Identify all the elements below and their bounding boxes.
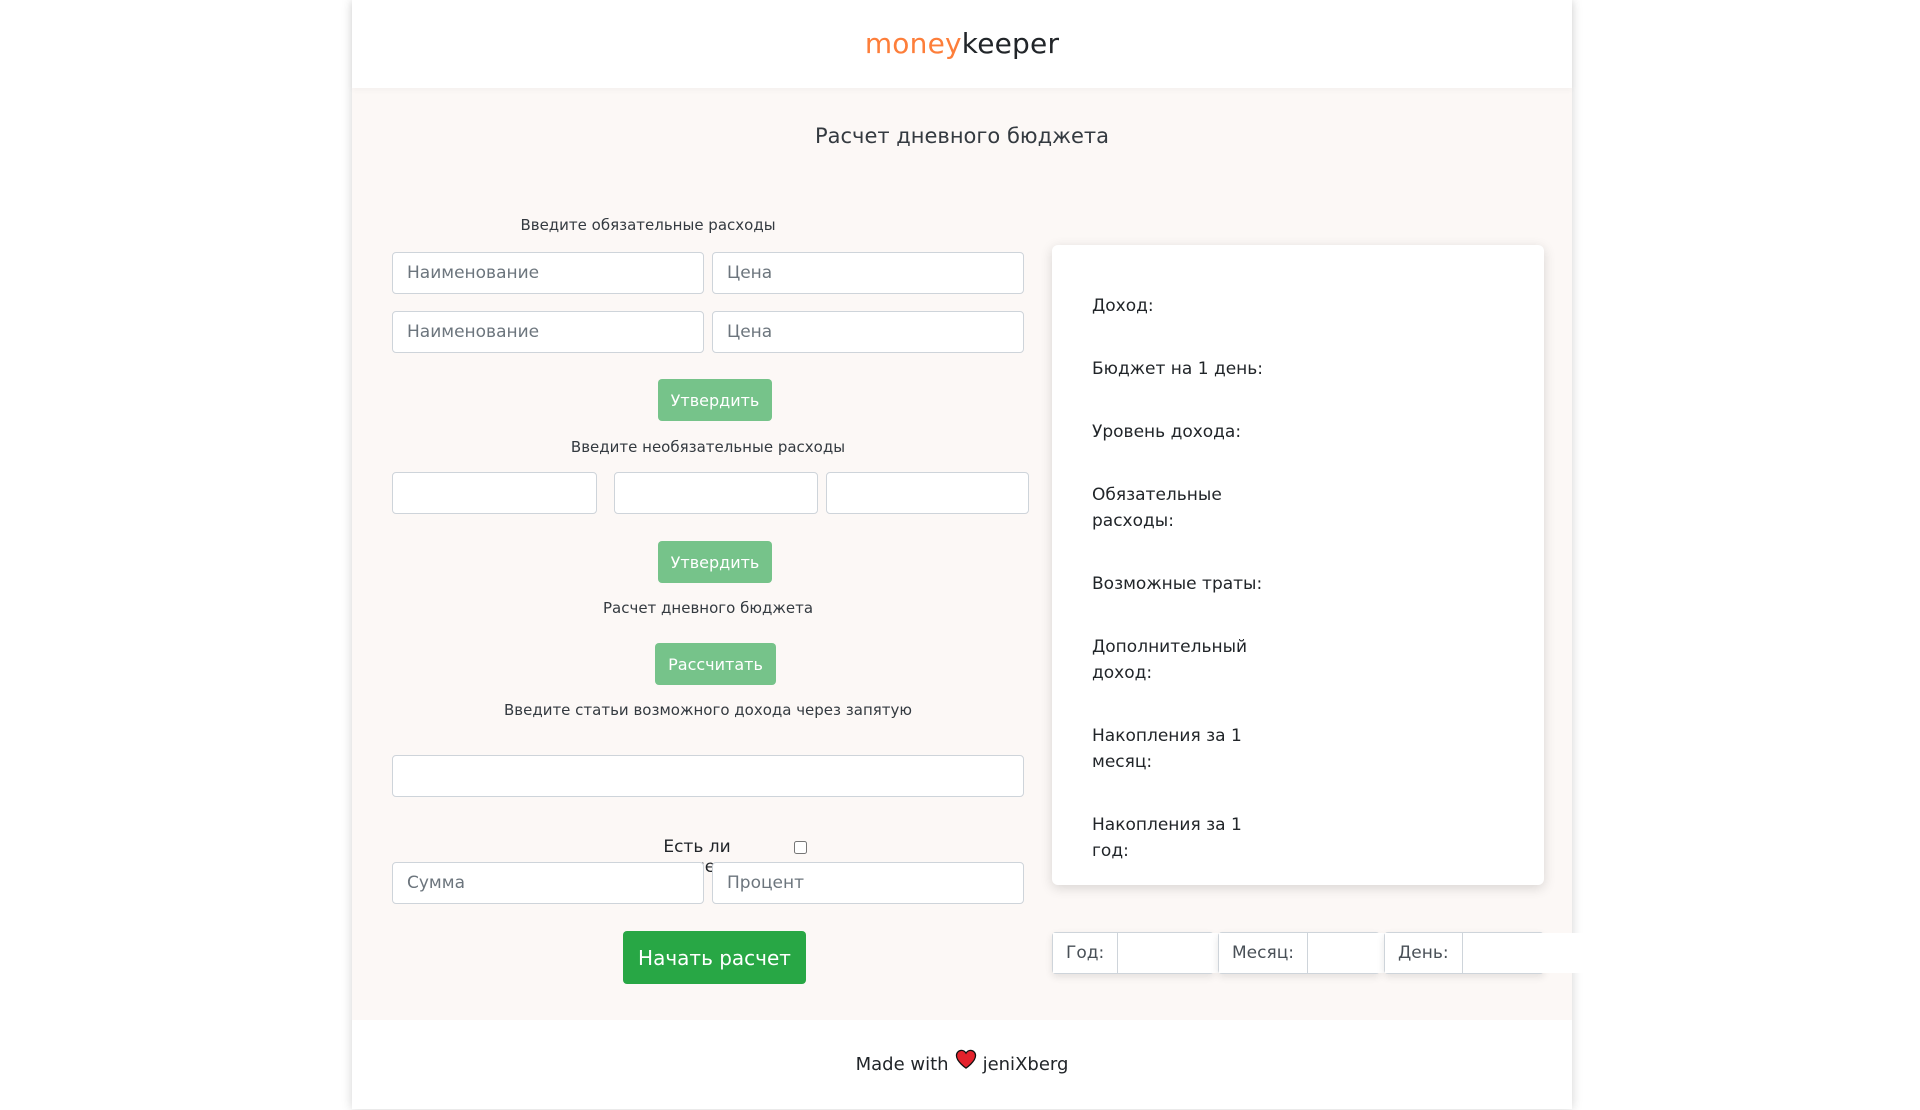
day-group: День:	[1384, 932, 1667, 974]
result-additional-income: Дополнительный доход:	[1092, 637, 1248, 683]
header: moneykeeper	[352, 0, 1572, 88]
results-card: Доход: Бюджет на 1 день: Уровень дохода:…	[1052, 245, 1544, 885]
result-savings-year: Накопления за 1 год:	[1092, 815, 1242, 861]
income-items-input[interactable]	[392, 755, 1024, 797]
result-income-level: Уровень дохода:	[1092, 422, 1242, 442]
month-group: Месяц:	[1218, 932, 1512, 974]
mandatory-expenses-label: Введите обязательные расходы	[520, 216, 776, 234]
expense-price-input-2[interactable]	[712, 311, 1024, 353]
result-savings-month: Накопления за 1 месяц:	[1092, 726, 1242, 772]
logo: moneykeeper	[352, 0, 1572, 88]
income-label: Введите статьи возможного дохода через з…	[503, 701, 913, 719]
year-group: Год:	[1052, 932, 1323, 974]
approve-mandatory-button[interactable]: Утвердить	[658, 379, 772, 421]
optional-expense-input-1[interactable]	[392, 472, 597, 514]
result-possible-expenses: Возможные траты:	[1092, 574, 1263, 594]
expense-price-input-1[interactable]	[712, 252, 1024, 294]
expense-name-input-1[interactable]	[392, 252, 704, 294]
logo-money: money	[864, 27, 962, 60]
result-budget-day: Бюджет на 1 день:	[1092, 359, 1264, 379]
year-label: Год:	[1053, 933, 1119, 973]
savings-percent-input[interactable]	[712, 862, 1024, 904]
calculate-button[interactable]: Рассчитать	[655, 643, 776, 685]
made-with-text: Made with	[855, 1054, 949, 1075]
approve-optional-button[interactable]: Утвердить	[658, 541, 772, 583]
author-link[interactable]: jeniXberg	[983, 1054, 1069, 1075]
optional-expense-input-2[interactable]	[614, 472, 818, 514]
app-container: moneykeeper Расчет дневного бюджета Введ…	[352, 0, 1667, 1109]
optional-expense-input-3[interactable]	[826, 472, 1029, 514]
logo-keeper: keeper	[961, 27, 1060, 60]
page-title: Расчет дневного бюджета	[814, 124, 1110, 148]
result-mandatory-expenses: Обязательные расходы:	[1092, 485, 1222, 531]
savings-checkbox[interactable]	[794, 841, 807, 854]
day-input[interactable]	[1462, 933, 1667, 973]
savings-sum-input[interactable]	[392, 862, 704, 904]
result-income: Доход:	[1092, 296, 1154, 316]
daily-budget-label: Расчет дневного бюджета	[602, 599, 814, 617]
start-calculation-button[interactable]: Начать расчет	[623, 931, 806, 984]
footer: Made with jeniXberg	[352, 1020, 1572, 1109]
heart-icon	[955, 1019, 977, 1108]
month-label: Месяц:	[1219, 933, 1308, 973]
main-section: Расчет дневного бюджета Введите обязател…	[352, 88, 1667, 1020]
day-label: День:	[1385, 933, 1463, 973]
optional-expenses-label: Введите необязательные расходы	[570, 438, 846, 456]
expense-name-input-2[interactable]	[392, 311, 704, 353]
